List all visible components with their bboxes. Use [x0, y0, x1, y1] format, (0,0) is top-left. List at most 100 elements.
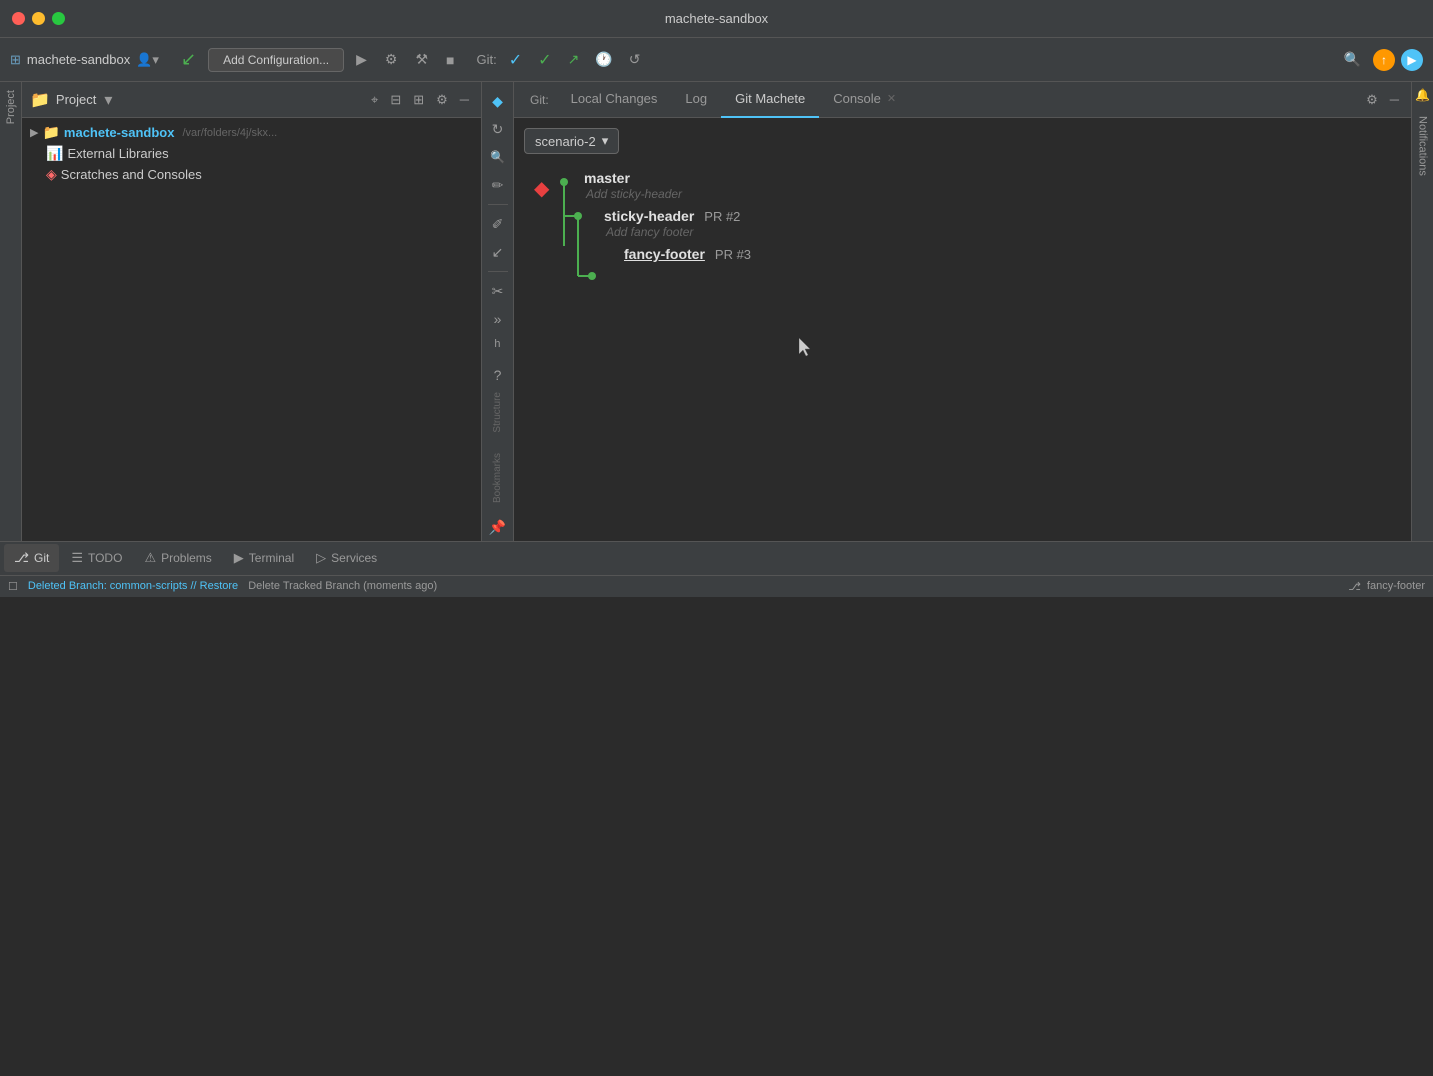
folder-icon: 📁	[30, 90, 50, 110]
branch-sticky-header-info: sticky-header PR #2 Add fancy footer	[604, 208, 1391, 242]
git-push-button[interactable]: ↗	[562, 47, 586, 72]
scratches-icon: ◈	[46, 166, 57, 183]
find-tool-button[interactable]: 🔍	[485, 144, 511, 170]
tab-terminal[interactable]: ▶ Terminal	[224, 544, 304, 572]
debug-button[interactable]: ⚙	[379, 47, 404, 72]
current-branch[interactable]: fancy-footer	[1367, 580, 1425, 592]
edit2-tool-button[interactable]: ✐	[485, 211, 511, 237]
left-sidebar: Project	[0, 82, 22, 541]
main-toolbar: ⊞ machete-sandbox 👤▾ ↙ Add Configuration…	[0, 38, 1433, 82]
todo-icon: ☰	[71, 550, 83, 566]
git-settings-button[interactable]: ⚙	[1362, 90, 1382, 110]
tool-separator-2	[488, 271, 508, 272]
branch-master-info: master Add sticky-header	[584, 170, 1391, 204]
scratches-label: Scratches and Consoles	[61, 167, 202, 182]
notifications-bell[interactable]: 🔔	[1414, 86, 1432, 104]
run-button[interactable]: ▶	[350, 47, 373, 72]
branch-sticky-header-desc: Add fancy footer	[604, 225, 1391, 239]
tree-external-libs[interactable]: 📊 External Libraries	[22, 143, 481, 164]
branch-row-master[interactable]: ◆ master Add sticky-header	[584, 170, 1391, 204]
git-bottom-label: Git	[34, 551, 49, 565]
sidebar-project-label[interactable]: Project	[5, 82, 17, 132]
tab-problems[interactable]: ⚠ Problems	[134, 544, 221, 572]
bookmark-pin-button[interactable]: 📌	[485, 515, 511, 541]
dropdown-arrow[interactable]: ▾	[104, 90, 112, 110]
git-tab-actions: ⚙ ─	[1362, 90, 1411, 110]
project-header: 📁 Project ▾ ⌖ ⊟ ⊞ ⚙ ─	[22, 82, 481, 118]
scenario-dropdown[interactable]: scenario-2 ▾	[524, 128, 619, 154]
chevron-tool-button[interactable]: »	[485, 306, 511, 332]
project-label: ⊞ machete-sandbox 👤▾	[10, 52, 159, 68]
tree-expand-arrow: ▶	[30, 126, 38, 139]
git-commit-button[interactable]: ✓	[532, 46, 557, 74]
expand-all-button[interactable]: ⊞	[409, 90, 428, 110]
notifications-label: Notifications	[1417, 116, 1429, 176]
bookmarks-label: Bookmarks	[492, 453, 503, 503]
profile-icon[interactable]: 👤▾	[136, 52, 159, 68]
git-actions: ✓ ✓ ↗ 🕐 ↺	[503, 46, 647, 74]
git-check-button[interactable]: ✓	[503, 46, 528, 74]
collapse-all-button[interactable]: ⊟	[386, 90, 405, 110]
scroll-from-source-button[interactable]: ⌖	[367, 90, 382, 110]
bottom-tabs-bar: ⎇ Git ☰ TODO ⚠ Problems ▶ Terminal ▷ Ser…	[0, 541, 1433, 575]
status-bar-right: ⎇ fancy-footer	[1348, 580, 1425, 593]
external-libs-icon: 📊	[46, 145, 63, 162]
back-button[interactable]: ↙	[175, 45, 202, 74]
close-button[interactable]	[12, 12, 25, 25]
edit-tool-button[interactable]: ✏	[485, 172, 511, 198]
branch-row-fancy-footer[interactable]: fancy-footer PR #3	[584, 246, 1391, 262]
main-content: Project 📁 Project ▾ ⌖ ⊟ ⊞ ⚙ ─ ▶ 📁	[0, 82, 1433, 541]
minimize-button[interactable]	[32, 12, 45, 25]
settings-button[interactable]: ⚙	[432, 90, 452, 110]
git-label: Git:	[477, 52, 497, 67]
tab-services[interactable]: ▷ Services	[306, 544, 387, 572]
project-tree: ▶ 📁 machete-sandbox /var/folders/4j/skx.…	[22, 118, 481, 189]
terminal-icon: ▶	[234, 550, 244, 566]
services-icon: ▷	[316, 550, 326, 566]
minimize-panel-button[interactable]: ─	[456, 90, 473, 110]
branch-fancy-footer-pr: PR #3	[715, 247, 751, 262]
tree-scratches[interactable]: ◈ Scratches and Consoles	[22, 164, 481, 185]
maximize-button[interactable]	[52, 12, 65, 25]
terminal-label: Terminal	[249, 551, 294, 565]
branch-fancy-footer-info: fancy-footer PR #3	[624, 246, 1391, 262]
sync-tool-button[interactable]: ↻	[485, 116, 511, 142]
tree-root-item[interactable]: ▶ 📁 machete-sandbox /var/folders/4j/skx.…	[22, 122, 481, 143]
stop-button[interactable]: ■	[440, 48, 460, 72]
arrow-down-tool-button[interactable]: ↙	[485, 239, 511, 265]
tab-git-machete[interactable]: Git Machete	[721, 82, 819, 118]
todo-label: TODO	[88, 551, 122, 565]
build-button[interactable]: ⚒	[409, 47, 434, 72]
git-minimize-button[interactable]: ─	[1386, 90, 1403, 110]
tab-console-close[interactable]: ✕	[887, 92, 896, 105]
update-icon[interactable]: ↑	[1373, 49, 1395, 71]
deploy-icon[interactable]: ▶	[1401, 49, 1423, 71]
branch-icon: ⎇	[1348, 580, 1361, 593]
external-libs-label: External Libraries	[67, 146, 168, 161]
question-tool-button[interactable]: ?	[485, 362, 511, 388]
tab-git-bottom[interactable]: ⎇ Git	[4, 544, 59, 572]
branch-master-desc: Add sticky-header	[584, 187, 1391, 201]
tab-todo[interactable]: ☰ TODO	[61, 544, 132, 572]
git-machete-tool-button[interactable]: ◆	[485, 88, 511, 114]
search-button[interactable]: 🔍	[1338, 47, 1367, 72]
project-panel: 📁 Project ▾ ⌖ ⊟ ⊞ ⚙ ─ ▶ 📁 machete-sandbo…	[22, 82, 482, 541]
tab-local-changes[interactable]: Local Changes	[557, 82, 672, 118]
git-history-button[interactable]: 🕐	[589, 47, 618, 72]
branch-row-sticky-header[interactable]: sticky-header PR #2 Add fancy footer	[584, 208, 1391, 242]
hook-tool-button[interactable]: ʰ	[485, 334, 511, 360]
tab-log[interactable]: Log	[671, 82, 721, 118]
scenario-value: scenario-2	[535, 134, 596, 149]
center-area: ◆ ↻ 🔍 ✏ ✐ ↙ ✂ » ʰ ? Structure Bookmarks	[482, 82, 1433, 541]
scissors-tool-button[interactable]: ✂	[485, 278, 511, 304]
add-configuration-button[interactable]: Add Configuration...	[208, 48, 344, 72]
problems-label: Problems	[161, 551, 212, 565]
project-header-actions: ⌖ ⊟ ⊞ ⚙ ─	[367, 90, 473, 110]
git-rollback-button[interactable]: ↺	[623, 47, 647, 72]
dropdown-chevron: ▾	[602, 133, 609, 149]
tree-root-name: machete-sandbox	[64, 125, 175, 140]
branch-sticky-header-name: sticky-header	[604, 208, 694, 224]
status-message[interactable]: Deleted Branch: common-scripts // Restor…	[28, 580, 238, 592]
tab-console[interactable]: Console ✕	[819, 82, 910, 118]
branch-master-name: master	[584, 170, 630, 186]
